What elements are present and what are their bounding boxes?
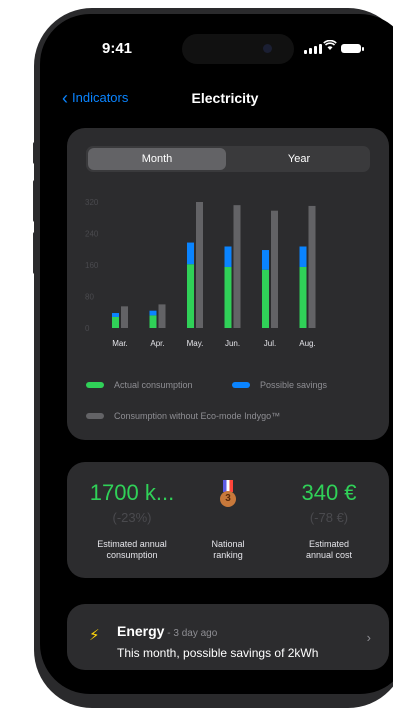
camera-icon (263, 44, 272, 53)
bar-without-eco-mode (233, 205, 241, 328)
energy-message: This month, possible savings of 2kWh (117, 646, 319, 660)
dynamic-island (182, 34, 294, 64)
wifi-icon (323, 39, 337, 54)
stats-card: 1700 k... (-23%) Estimated annual consum… (67, 462, 389, 578)
legend-swatch-savings (232, 382, 250, 388)
y-tick-label: 160 (85, 261, 99, 270)
legend-label-without-eco: Consumption without Eco-mode Indygo™ (114, 411, 281, 421)
x-tick-label: Apr. (150, 339, 164, 348)
segment-month[interactable]: Month (88, 148, 226, 170)
page-title: Electricity (191, 90, 259, 106)
bronze-medal-icon: 3 (217, 480, 239, 507)
y-tick-label: 240 (85, 230, 99, 239)
y-tick-label: 320 (85, 198, 99, 207)
legend-item-savings: Possible savings (232, 380, 327, 390)
cost-value: 340 € (301, 480, 357, 505)
signal-icon (304, 44, 322, 54)
cost-delta: (-78 €) (309, 510, 349, 525)
bar-actual-consumption (187, 264, 194, 328)
chart-card: Month Year 0 80 160 240 320 Mar. Apr. May. Jun. J… (67, 128, 389, 440)
cost-label-line2: annual cost (305, 550, 353, 560)
ranking-label-line1: National (211, 539, 245, 549)
energy-title: Energy (117, 623, 165, 639)
bar-without-eco-mode (271, 210, 278, 328)
navigation-bar: ‹ Indicators Electricity (40, 89, 393, 114)
status-bar: 9:41 (40, 14, 393, 64)
bar-possible-savings (149, 310, 157, 316)
segment-year[interactable]: Year (230, 148, 368, 170)
bar-actual-consumption (262, 269, 269, 328)
x-tick-label: Aug. (299, 339, 315, 348)
stat-consumption: 1700 k... (-23%) (67, 480, 197, 525)
legend-item-actual: Actual consumption (86, 380, 193, 390)
ranking-label: National ranking (187, 539, 269, 561)
energy-timestamp: - 3 day ago (164, 628, 218, 639)
medal-rank: 3 (220, 491, 236, 507)
battery-icon (341, 44, 364, 53)
energy-title-row: Energy - 3 day ago (117, 623, 217, 639)
bar-actual-consumption (224, 266, 232, 328)
energy-notification-card[interactable]: ⚡ Energy - 3 day ago This month, possibl… (67, 604, 389, 670)
consumption-delta: (-23%) (112, 510, 152, 525)
consumption-chart: 0 80 160 240 320 Mar. Apr. May. Jun. Jul. Aug. (85, 198, 316, 348)
bar-actual-consumption (149, 315, 157, 328)
legend-label-savings: Possible savings (260, 380, 328, 390)
period-segmented-control: Month Year (86, 146, 370, 172)
bar-without-eco-mode (121, 306, 128, 328)
consumption-label: Estimated annual consumption (67, 539, 197, 561)
bar-possible-savings (262, 250, 269, 270)
bar-possible-savings (112, 313, 119, 317)
stat-cost: 340 € (-78 €) (275, 480, 383, 525)
legend-swatch-actual (86, 382, 104, 388)
consumption-value: 1700 k... (89, 480, 175, 505)
y-tick-label: 80 (85, 293, 94, 302)
bar-without-eco-mode (196, 202, 203, 328)
chevron-right-icon: › (366, 630, 371, 645)
bar-actual-consumption (299, 266, 307, 328)
bar-actual-consumption (112, 316, 119, 328)
bar-possible-savings (224, 246, 232, 267)
ranking-label-line2: ranking (213, 550, 243, 560)
status-time: 9:41 (102, 40, 133, 57)
legend-item-without-eco: Consumption without Eco-mode Indygo™ (86, 411, 280, 421)
x-tick-label: Jul. (264, 339, 276, 348)
cost-label-line1: Estimated (308, 539, 350, 549)
y-tick-label: 0 (85, 324, 90, 333)
x-tick-label: Jun. (225, 339, 240, 348)
lightning-bolt-icon: ⚡ (89, 627, 100, 644)
consumption-label-line1: Estimated annual (97, 539, 167, 549)
x-tick-label: May. (187, 339, 204, 348)
consumption-label-line2: consumption (106, 550, 158, 560)
legend-swatch-without-eco (86, 413, 104, 419)
bar-possible-savings (187, 242, 194, 265)
x-tick-label: Mar. (112, 339, 128, 348)
bar-without-eco-mode (158, 304, 166, 328)
bar-possible-savings (299, 246, 307, 267)
cost-label: Estimated annual cost (275, 539, 383, 561)
legend-label-actual: Actual consumption (114, 380, 193, 390)
bar-without-eco-mode (308, 205, 316, 328)
